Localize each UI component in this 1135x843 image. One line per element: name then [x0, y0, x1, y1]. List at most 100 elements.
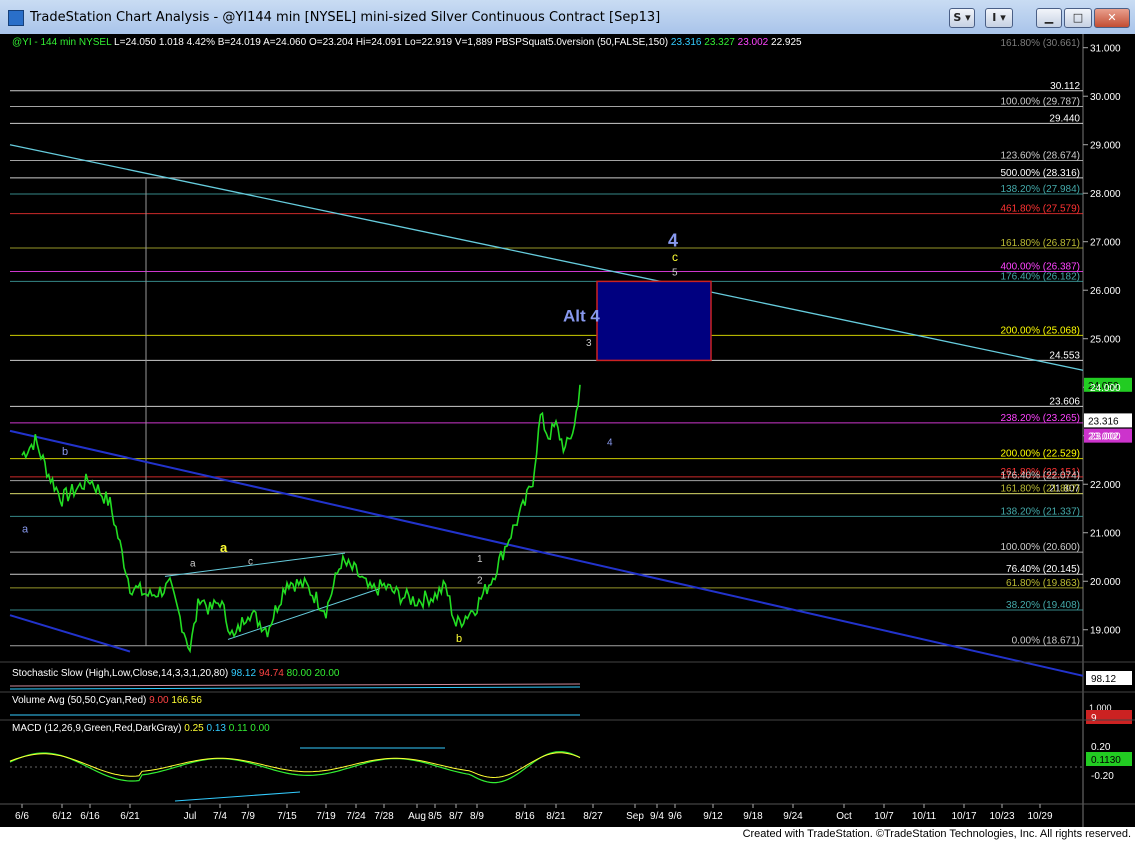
stochastic-title: Stochastic Slow (High,Low,Close,14,3,3,1… — [12, 668, 231, 679]
fib-level-label: 161.80% (26.871) — [1000, 238, 1080, 249]
x-tick-label: Aug — [408, 811, 426, 822]
fib-level-label: 29.440 — [1049, 113, 1080, 124]
fib-level-label: 500.00% (28.316) — [1000, 168, 1080, 179]
fib-level-label: 30.112 — [1050, 81, 1080, 92]
chart-area: 4c5Alt 434baaa c 12b 24.05023.31623.002 St… — [0, 34, 1135, 827]
x-tick-label: 10/23 — [989, 811, 1014, 822]
x-tick-label: 8/7 — [449, 811, 463, 822]
fib-level-label: 176.40% (26.182) — [1000, 271, 1080, 282]
x-tick-label: 7/15 — [277, 811, 297, 822]
fib-level-label: 138.20% (27.984) — [1000, 184, 1080, 195]
macd-value: 0.00 — [250, 723, 270, 734]
volume-value: 166.56 — [171, 695, 202, 706]
fib-level-label: 0.00% (18.671) — [1012, 636, 1080, 647]
fib-level-label: 123.60% (28.674) — [1000, 151, 1080, 162]
y-tick-label: 29.000 — [1090, 141, 1121, 152]
y-tick-label: 21.000 — [1090, 529, 1121, 540]
x-tick-label: 9/18 — [743, 811, 763, 822]
macd-title: MACD (12,26,9,Green,Red,DarkGray) — [12, 723, 184, 734]
fib-level-label: 138.20% (21.337) — [1000, 506, 1080, 517]
stochastic-value: 20.00 — [314, 668, 339, 679]
header-indicator-value: 23.327 — [704, 37, 737, 48]
x-tick-label: 7/24 — [346, 811, 366, 822]
header-stats: L=24.050 1.018 4.42% B=24.019 A=24.060 O… — [114, 37, 495, 48]
header-indicator-value: 23.316 — [671, 37, 704, 48]
macd-label: MACD (12,26,9,Green,Red,DarkGray) 0.25 0… — [12, 723, 270, 734]
close-button[interactable]: ✕ — [1094, 8, 1130, 28]
maximize-button[interactable]: □ — [1064, 8, 1092, 28]
x-tick-label: 7/19 — [316, 811, 336, 822]
x-tick-label: 7/4 — [213, 811, 227, 822]
fib-level-label: 24.553 — [1049, 350, 1080, 361]
fib-level-label: 38.20% (19.408) — [1006, 600, 1080, 611]
fib-level-label: 23.606 — [1049, 396, 1080, 407]
x-tick-label: 7/9 — [241, 811, 255, 822]
close-icon: ✕ — [1107, 11, 1117, 24]
y-tick-label: 30.000 — [1090, 92, 1121, 103]
x-tick-label: 10/7 — [874, 811, 894, 822]
wave-label: 4 — [668, 231, 678, 251]
i-button-label: I — [992, 11, 997, 24]
x-tick-label: 9/24 — [783, 811, 803, 822]
y-tick-label: 22.000 — [1090, 480, 1121, 491]
wave-label: c — [672, 250, 678, 264]
x-tick-label: 6/12 — [52, 811, 72, 822]
x-tick-label: 8/27 — [583, 811, 603, 822]
stochastic-value: 80.00 — [287, 668, 315, 679]
wave-label: 2 — [477, 576, 483, 587]
volume-tag-label: 9 — [1091, 713, 1097, 724]
s-menu-button[interactable]: S ▾ — [949, 8, 975, 28]
y-tick-label: 25.000 — [1090, 335, 1121, 346]
x-tick-label: 9/4 — [650, 811, 664, 822]
volume-title: Volume Avg (50,50,Cyan,Red) — [12, 695, 149, 706]
x-tick-label: 9/12 — [703, 811, 723, 822]
wave-label: 4 — [607, 437, 613, 448]
y-tick-label: 31.000 — [1090, 44, 1121, 55]
wave-label: a — [190, 559, 196, 570]
footer-bar: Created with TradeStation. ©TradeStation… — [0, 827, 1135, 843]
x-tick-label: Jul — [184, 811, 197, 822]
y-tick-label: 27.000 — [1090, 238, 1121, 249]
volume-label: Volume Avg (50,50,Cyan,Red) 9.00 166.56 — [12, 695, 202, 706]
header-indicator-value: 22.925 — [771, 37, 802, 48]
x-tick-label: 6/16 — [80, 811, 100, 822]
macd-value: 0.11 — [229, 723, 251, 734]
wave-label: 1 — [477, 554, 483, 565]
fib-level-label: 200.00% (22.529) — [1000, 449, 1080, 460]
macd-value: 0.25 — [184, 723, 206, 734]
wave-label: 5 — [672, 268, 678, 279]
x-tick-label: 6/21 — [120, 811, 140, 822]
x-tick-label: 8/5 — [428, 811, 442, 822]
wave-label: 3 — [586, 338, 592, 349]
header-indicator-value: 23.002 — [738, 37, 771, 48]
x-tick-label: 8/16 — [515, 811, 535, 822]
volume-value: 9.00 — [149, 695, 171, 706]
stochastic-tag-label: 98.12 — [1091, 674, 1116, 685]
price-tag-label: 23.316 — [1088, 416, 1119, 427]
y-tick-label: 23.000 — [1090, 432, 1121, 443]
macd-axis-label: 0.20 — [1091, 742, 1111, 753]
header-indicator: PBSPSquat5.0version (50,FALSE,150) — [495, 37, 671, 48]
fib-level-label: 100.00% (29.787) — [1000, 97, 1080, 108]
wave-label: a — [22, 524, 29, 536]
fib-top-partial-label: 161.80% (30.661) — [1000, 38, 1080, 49]
window-title: TradeStation Chart Analysis - @YI144 min… — [30, 10, 661, 25]
wave-label: c — [248, 556, 253, 567]
target-zone-box — [596, 280, 712, 362]
x-tick-label: Oct — [836, 811, 852, 822]
wave-label: b — [456, 633, 462, 645]
stochastic-value: 94.74 — [259, 668, 287, 679]
wave-label: b — [62, 446, 68, 458]
y-tick-label: 26.000 — [1090, 286, 1121, 297]
fib-level-label: 461.80% (27.579) — [1000, 204, 1080, 215]
y-tick-label: 20.000 — [1090, 577, 1121, 588]
i-menu-button[interactable]: I ▾ — [985, 8, 1013, 28]
stochastic-value: 98.12 — [231, 668, 259, 679]
y-tick-label: 24.000 — [1090, 383, 1121, 394]
macd-value: 0.13 — [207, 723, 229, 734]
header-symbol: @YI - 144 min NYSEL — [12, 37, 114, 48]
minimize-button[interactable]: ▁ — [1036, 8, 1062, 28]
app-icon — [8, 10, 24, 26]
x-tick-label: 10/29 — [1027, 811, 1052, 822]
x-tick-label: 6/6 — [15, 811, 29, 822]
